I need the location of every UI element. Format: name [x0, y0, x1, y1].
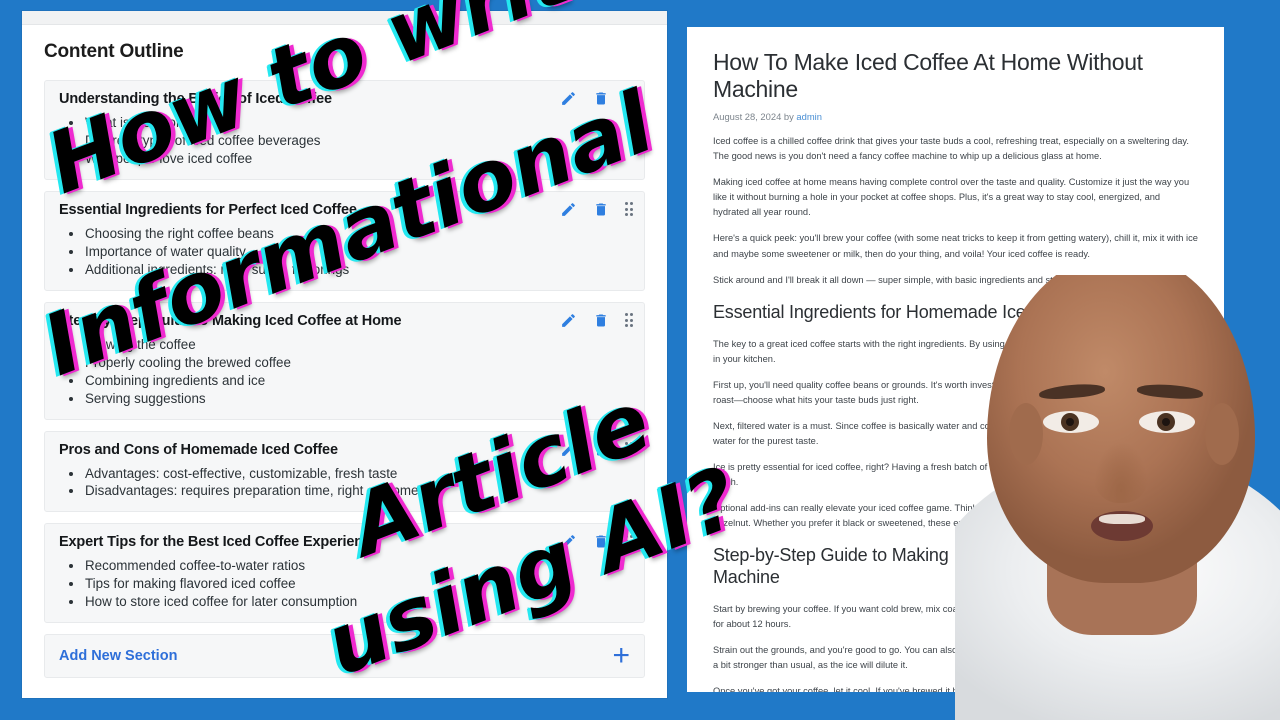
plus-icon[interactable]: +: [612, 641, 630, 671]
drag-handle-icon[interactable]: [624, 313, 633, 328]
article-paragraph: Ice is pretty essential for iced coffee,…: [713, 461, 1196, 487]
article-preview-panel: How To Make Iced Coffee At Home Without …: [687, 27, 1224, 692]
trash-icon[interactable]: [593, 90, 609, 107]
article-paragraph: Making iced coffee at home means having …: [713, 177, 1190, 218]
list-item: Why people love iced coffee: [59, 150, 630, 168]
trash-icon[interactable]: [593, 533, 609, 550]
list-item: How to store iced coffee for later consu…: [59, 593, 630, 611]
list-item: Recommended coffee-to-water ratios: [59, 557, 630, 575]
list-item: Advantages: cost-effective, customizable…: [59, 465, 630, 483]
section-heading: Pros and Cons of Homemade Iced Coffee: [59, 441, 338, 458]
section-actions: [560, 533, 633, 550]
drag-handle-icon[interactable]: [624, 202, 633, 217]
article-title: How To Make Iced Coffee At Home Without …: [713, 49, 1143, 103]
list-item: Disadvantages: requires preparation time…: [59, 482, 630, 500]
section-actions: [560, 441, 633, 458]
pencil-icon[interactable]: [560, 441, 577, 458]
section-bullet-list: Choosing the right coffee beans Importan…: [59, 225, 630, 279]
trash-icon[interactable]: [593, 441, 609, 458]
list-item: Brewing the coffee: [59, 336, 630, 354]
section-actions: [560, 201, 633, 218]
trash-icon[interactable]: [593, 312, 609, 329]
article-byline: August 28, 2024 by admin: [713, 111, 1198, 122]
section-heading: Step-by-Step Guide to Making Iced Coffee…: [59, 312, 402, 329]
list-item: Different types of iced coffee beverages: [59, 132, 630, 150]
pencil-icon[interactable]: [560, 312, 577, 329]
article-section-heading: Essential Ingredients for Homemade Iced …: [713, 301, 1092, 322]
section-actions: [560, 90, 633, 107]
section-actions: [560, 312, 633, 329]
section-bullet-list: Advantages: cost-effective, customizable…: [59, 465, 630, 501]
outline-section-card[interactable]: Pros and Cons of Homemade Iced Coffee Ad…: [44, 430, 645, 513]
outline-section-card[interactable]: Expert Tips for the Best Iced Coffee Exp…: [44, 523, 645, 624]
drag-handle-icon[interactable]: [624, 91, 633, 106]
byline-by: by: [783, 111, 794, 123]
list-item: Serving suggestions: [59, 390, 630, 408]
list-item: Combining ingredients and ice: [59, 372, 630, 390]
page-title: Content Outline: [44, 41, 184, 62]
add-new-section-label[interactable]: Add New Section: [59, 648, 177, 664]
section-bullet-list: What is iced coffee? Different types of …: [59, 114, 630, 168]
section-bullet-list: Brewing the coffee Properly cooling the …: [59, 336, 630, 408]
list-item: Additional ingredients: milk, sugar, fla…: [59, 261, 630, 279]
pencil-icon[interactable]: [560, 201, 577, 218]
list-item: What is iced coffee?: [59, 114, 630, 132]
outline-body: Content Outline Understanding the Basics…: [22, 25, 667, 679]
article-paragraph: Strain out the grounds, and you're good …: [713, 645, 1194, 671]
article-section-heading: Step-by-Step Guide to Making Iced Coffee…: [713, 545, 1194, 587]
pencil-icon[interactable]: [560, 533, 577, 550]
section-bullet-list: Recommended coffee-to-water ratios Tips …: [59, 557, 630, 611]
article-paragraph: Iced coffee is a chilled coffee drink th…: [713, 136, 1189, 162]
drag-handle-icon[interactable]: [624, 442, 633, 457]
article-paragraph: Start by brewing your coffee. If you wan…: [713, 603, 1186, 629]
panel-top-strip: [22, 11, 667, 25]
article-paragraph: Next, filtered water is a must. Since co…: [713, 420, 1176, 446]
article-paragraph: Stick around and I'll break it all down …: [713, 274, 1145, 285]
list-item: Choosing the right coffee beans: [59, 225, 630, 243]
pencil-icon[interactable]: [560, 90, 577, 107]
drag-handle-icon[interactable]: [624, 534, 633, 549]
trash-icon[interactable]: [593, 201, 609, 218]
article-paragraph: Once you've got your coffee, let it cool…: [713, 686, 1195, 692]
outline-section-card[interactable]: Understanding the Basics of Iced Coffee …: [44, 80, 645, 180]
section-heading: Understanding the Basics of Iced Coffee: [59, 91, 332, 107]
byline-date: August 28, 2024: [713, 111, 782, 123]
article-paragraph: The key to a great iced coffee starts wi…: [713, 338, 1196, 364]
outline-section-card[interactable]: Essential Ingredients for Perfect Iced C…: [44, 190, 645, 291]
list-item: Importance of water quality: [59, 243, 630, 261]
section-heading: Expert Tips for the Best Iced Coffee Exp…: [59, 534, 379, 551]
article-paragraph: First up, you'll need quality coffee bea…: [713, 379, 1187, 405]
add-new-section-row[interactable]: Add New Section +: [44, 634, 645, 679]
list-item: Tips for making flavored iced coffee: [59, 575, 630, 593]
article-paragraph: Here's a quick peek: you'll brew your co…: [713, 233, 1198, 259]
list-item: Properly cooling the brewed coffee: [59, 354, 630, 372]
section-heading: Essential Ingredients for Perfect Iced C…: [59, 201, 357, 218]
article-paragraph: Optional add-ins can really elevate your…: [713, 502, 1168, 528]
outline-section-card[interactable]: Step-by-Step Guide to Making Iced Coffee…: [44, 301, 645, 420]
byline-author: admin: [796, 111, 822, 123]
content-outline-panel: Content Outline Understanding the Basics…: [22, 11, 667, 698]
